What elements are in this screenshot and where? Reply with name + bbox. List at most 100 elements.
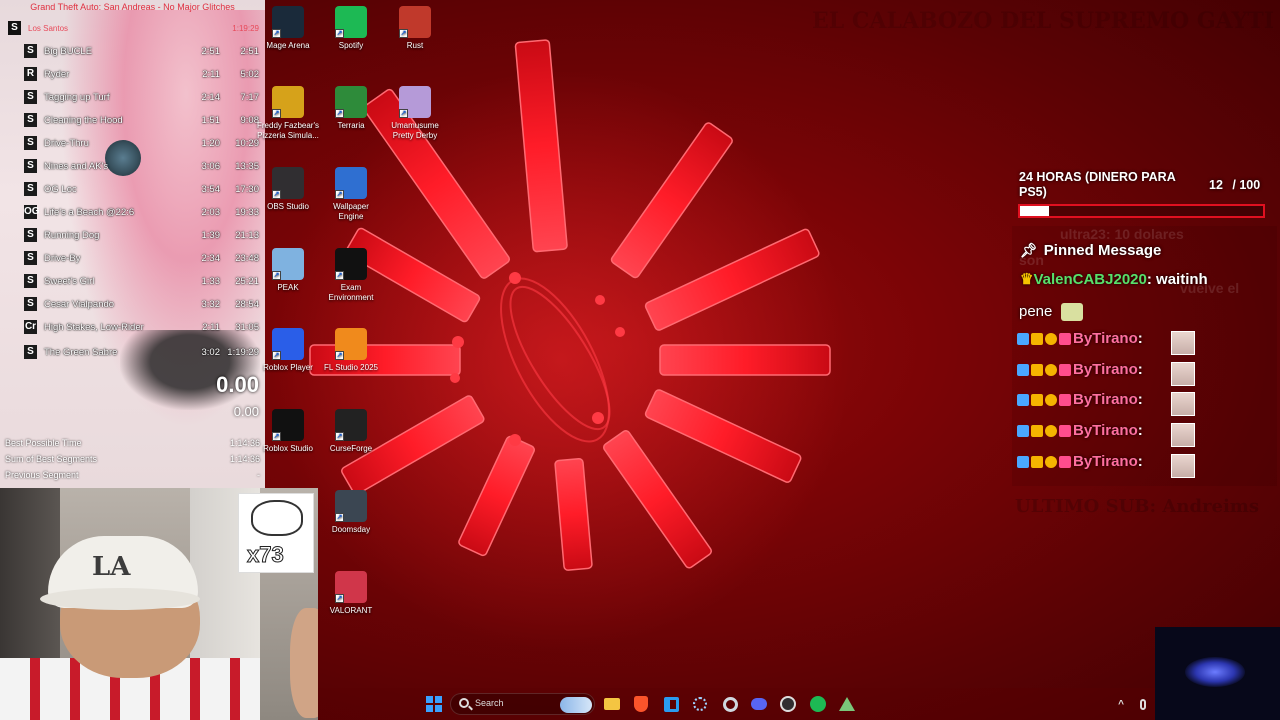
- shortcut-arrow-icon: ↗: [335, 351, 344, 360]
- desktop-shortcut[interactable]: ↗ Roblox Player: [257, 328, 319, 373]
- shortcut-arrow-icon: ↗: [272, 271, 281, 280]
- discord-icon[interactable]: [748, 693, 770, 715]
- vscode-icon[interactable]: [660, 693, 682, 715]
- doomsday-icon: ↗: [335, 490, 367, 522]
- desktop-shortcut-label: Terraria: [337, 121, 365, 130]
- sword-badge-icon: [1017, 455, 1029, 468]
- split-total-time: 25:21: [235, 276, 259, 287]
- sword-badge-icon: [1017, 394, 1029, 407]
- shortcut-arrow-icon: ↗: [272, 109, 281, 118]
- desktop-shortcut-label: Rust: [406, 41, 424, 50]
- stat-best-possible-time: Best Possible Time 1:14:36: [5, 438, 260, 448]
- stream-title-watermark: EL CALABOZO DEL SUPREMO GAYTI: [812, 8, 1275, 34]
- split-row: S Running Dog 1:39 21:13: [0, 224, 265, 247]
- brave-icon[interactable]: [630, 693, 652, 715]
- split-row: S Drive-By 2:34 23:48: [0, 247, 265, 270]
- chat-message: ByTirano:: [1017, 330, 1143, 354]
- desktop-shortcut[interactable]: ↗ Umamusume Pretty Derby: [384, 86, 446, 141]
- splits-category-icon: S: [8, 21, 21, 35]
- crown-badge-icon: [1031, 363, 1043, 376]
- desktop-shortcut[interactable]: ↗ Freddy Fazbear's Pizzeria Simula...: [257, 86, 319, 141]
- split-row: S Big BUCLE 2:51 2:51: [0, 40, 265, 63]
- crown-badge-icon: [1031, 425, 1043, 438]
- desktop-shortcut[interactable]: ↗ Terraria: [320, 86, 382, 131]
- desktop-shortcut[interactable]: ↗ PEAK: [257, 248, 319, 293]
- split-name: Nines and AK's: [44, 161, 109, 172]
- split-name: Running Dog: [44, 230, 100, 241]
- sunglasses-emote-icon: [1060, 303, 1083, 322]
- gift-badge-icon: [1059, 425, 1071, 438]
- split-total-time: 13:35: [235, 161, 259, 172]
- split-name: The Green Sabre: [44, 347, 118, 358]
- desktop-shortcut-label: Spotify: [338, 41, 364, 50]
- shortcut-arrow-icon: ↗: [335, 29, 344, 38]
- file-explorer-icon[interactable]: [601, 693, 623, 715]
- desktop-shortcut[interactable]: ↗ VALORANT: [320, 571, 382, 616]
- stat-label: Best Possible Time: [5, 438, 82, 448]
- split-icon: S: [24, 159, 37, 173]
- stat-label: Previous Segment: [5, 470, 79, 480]
- split-segment-time: 3:02: [201, 347, 221, 358]
- obs-icon[interactable]: [777, 693, 799, 715]
- split-name: Drive-By: [44, 253, 81, 264]
- wallpaper-engine-icon: ↗: [335, 167, 367, 199]
- desktop-shortcut-label: Mage Arena: [266, 41, 310, 50]
- stat-sum-of-best: Sum of Best Segments 1:14:36: [5, 454, 260, 464]
- webcam-person-hand: [290, 608, 318, 718]
- split-total-time: 2:51: [240, 46, 260, 57]
- desktop-shortcut[interactable]: ↗ Rust: [384, 6, 446, 51]
- split-total-time: 31:05: [235, 322, 259, 333]
- start-icon[interactable]: [423, 693, 445, 715]
- shortcut-arrow-icon: ↗: [335, 594, 344, 603]
- spotify-icon[interactable]: [807, 693, 829, 715]
- desktop-shortcut[interactable]: ↗ Exam Environment: [320, 248, 382, 303]
- desktop-shortcut[interactable]: ↗ Spotify: [320, 6, 382, 51]
- split-name: Life's a Beach @22:6: [44, 207, 135, 218]
- desktop-shortcut-label: Exam Environment: [328, 283, 374, 302]
- sword-badge-icon: [1017, 363, 1029, 376]
- split-total-time: 10:29: [235, 138, 259, 149]
- pinned-message-header: 📌︎ Pinned Message: [1020, 242, 1161, 259]
- split-total-time: 1:19:29: [227, 347, 259, 358]
- split-name: Tagging up Turf: [44, 92, 110, 103]
- desktop-shortcut[interactable]: ↗ CurseForge: [320, 409, 382, 454]
- sticker-face-icon: [251, 500, 303, 536]
- split-name: Drive-Thru: [44, 138, 89, 149]
- split-segment-time: 2:11: [202, 322, 220, 333]
- split-segment-time: 3:54: [201, 184, 221, 195]
- desktop-shortcut[interactable]: ↗ Mage Arena: [257, 6, 319, 51]
- split-icon: OG: [24, 205, 40, 219]
- desktop-shortcut-label: Umamusume Pretty Derby: [391, 121, 439, 140]
- split-row: S The Green Sabre 3:02 1:19:29: [0, 341, 265, 364]
- gift-badge-icon: [1059, 333, 1071, 346]
- search-highlight-icon: [560, 697, 592, 713]
- desktop-shortcut[interactable]: ↗ OBS Studio: [257, 167, 319, 212]
- split-icon: S: [24, 251, 37, 265]
- settings-icon[interactable]: [719, 693, 741, 715]
- webcam-person-cap-brim: [40, 588, 200, 610]
- peak-icon: ↗: [272, 248, 304, 280]
- desktop-shortcut[interactable]: ↗ Wallpaper Engine: [320, 167, 382, 222]
- desktop-shortcut-label: CurseForge: [329, 444, 373, 453]
- goal-current: 12: [1209, 178, 1223, 192]
- pinned-message-text: waitinh: [1156, 271, 1208, 288]
- taskbar-search-box[interactable]: Search: [450, 693, 595, 715]
- cap-logo: LA: [92, 552, 131, 582]
- tray-chevron-up-icon[interactable]: ^: [1110, 693, 1132, 715]
- gift-badge-icon: [1059, 394, 1071, 407]
- microphone-icon[interactable]: [1132, 693, 1154, 715]
- sword-badge-icon: [1017, 425, 1029, 438]
- chat-ghost-line: ultra23: 10 dolares: [1060, 226, 1184, 242]
- chat-emote-icon: [1171, 331, 1195, 355]
- desktop-shortcut-label: Roblox Player: [263, 363, 313, 372]
- tier-badge-icon: [1045, 455, 1057, 468]
- desktop-shortcut[interactable]: ↗ FL Studio 2025: [320, 328, 382, 373]
- goal-progress-fill: [1020, 206, 1050, 216]
- desktop-shortcut[interactable]: ↗ Roblox Studio: [257, 409, 319, 454]
- fl-studio-icon: ↗: [335, 328, 367, 360]
- desktop-shortcut[interactable]: ↗ Doomsday: [320, 490, 382, 535]
- app-icon[interactable]: [836, 693, 858, 715]
- goal-title: 24 HORAS (DINERO PARA PS5): [1019, 170, 1176, 199]
- network-icon[interactable]: [689, 693, 711, 715]
- chat-message: ByTirano:: [1017, 361, 1143, 385]
